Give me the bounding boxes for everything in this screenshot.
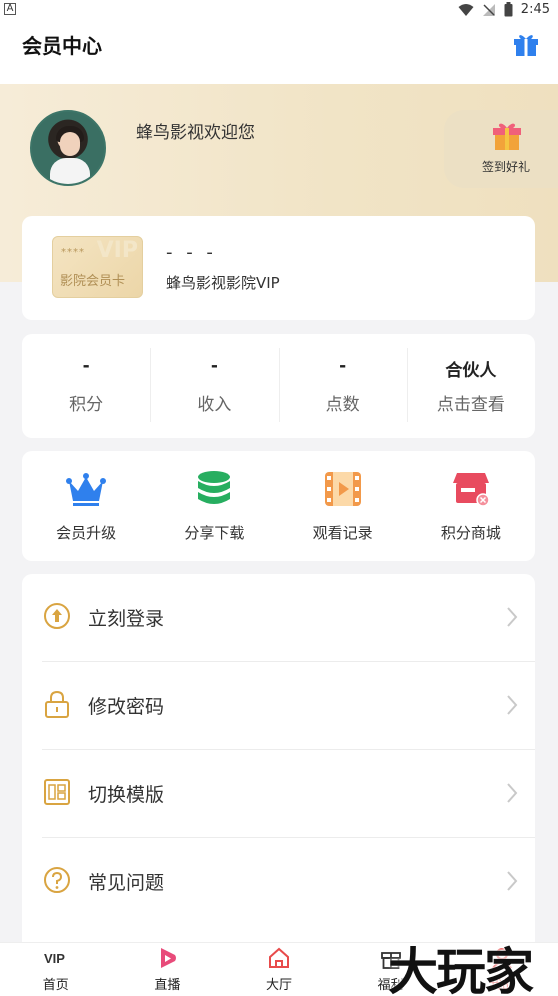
quick-action-mall[interactable]: 积分商城 (407, 451, 535, 561)
chevron-right-icon (507, 695, 518, 715)
menu-item-faq[interactable]: 常见问题 (22, 838, 535, 926)
stat-value: - (210, 356, 218, 376)
stat-label: 点击查看 (436, 395, 505, 415)
film-icon (324, 472, 361, 506)
wifi-icon (458, 3, 474, 16)
battery-icon (504, 2, 513, 17)
lock-icon (45, 690, 69, 718)
stat-credits[interactable]: - 点数 (278, 334, 407, 438)
badge-text: 影院会员卡 (60, 274, 126, 289)
tab-home[interactable]: VIP 首页 (0, 943, 112, 996)
signin-label: 签到好礼 (482, 160, 531, 174)
tab-live[interactable]: 直播 (112, 943, 224, 996)
app-header: 会员中心 (0, 22, 558, 84)
watermark: 大玩家 (388, 942, 534, 996)
menu-item-label: 修改密码 (88, 696, 165, 718)
vip-icon: VIP (44, 951, 65, 966)
chevron-right-icon (507, 607, 518, 627)
crown-icon (66, 473, 107, 506)
quick-action-history[interactable]: 观看记录 (279, 451, 407, 561)
quick-action-label: 积分商城 (440, 524, 501, 542)
page-title: 会员中心 (22, 34, 102, 58)
gift-icon[interactable] (512, 31, 540, 57)
tab-label: 大厅 (265, 978, 292, 993)
welcome-text: 蜂鸟影视欢迎您 (136, 123, 255, 143)
home-icon (268, 947, 289, 968)
avatar[interactable] (30, 110, 106, 186)
stat-label: 点数 (325, 395, 360, 415)
no-signal-icon (482, 3, 495, 16)
stat-value: - (82, 356, 90, 376)
badge-stars: **** (61, 247, 85, 258)
svg-text:VIP: VIP (44, 951, 65, 966)
quick-actions: 会员升级 分享下载 观看记录 积分商城 (22, 451, 535, 561)
login-icon (44, 603, 70, 629)
store-icon (452, 473, 490, 507)
menu-item-switch-template[interactable]: 切换模版 (22, 750, 535, 838)
status-bar: A 2:45 (0, 0, 558, 22)
menu-item-label: 切换模版 (88, 784, 165, 806)
stat-label: 收入 (197, 395, 232, 415)
notification-icon: A (4, 3, 16, 15)
quick-action-upgrade[interactable]: 会员升级 (22, 451, 150, 561)
quick-action-label: 观看记录 (312, 524, 373, 542)
template-icon (44, 779, 70, 805)
menu-item-login[interactable]: 立刻登录 (22, 574, 535, 662)
stat-value: - (339, 356, 347, 376)
chevron-right-icon (507, 871, 518, 891)
signin-gift-button[interactable]: 签到好礼 (444, 110, 558, 188)
menu-item-label: 立刻登录 (88, 608, 165, 630)
stat-points[interactable]: - 积分 (22, 334, 150, 438)
live-icon (161, 948, 177, 968)
stat-label: 积分 (69, 395, 104, 415)
tab-hall[interactable]: 大厅 (223, 943, 335, 996)
status-time: 2:45 (520, 2, 550, 17)
database-icon (198, 471, 231, 504)
vip-name: 蜂鸟影视影院VIP (166, 274, 280, 292)
vip-status: - - - (166, 242, 217, 263)
settings-menu: 立刻登录 修改密码 切换模版 常见问题 (22, 574, 535, 954)
stat-value: 合伙人 (445, 361, 497, 381)
quick-action-label: 分享下载 (184, 524, 245, 542)
chevron-right-icon (507, 783, 518, 803)
menu-item-change-password[interactable]: 修改密码 (22, 662, 535, 750)
quick-action-share[interactable]: 分享下载 (150, 451, 278, 561)
stat-income[interactable]: - 收入 (150, 334, 278, 438)
badge-vip: VIP (96, 238, 138, 263)
stat-partner[interactable]: 合伙人 点击查看 (406, 334, 535, 438)
gift-box-icon (493, 123, 521, 150)
stats-card: - 积分 - 收入 - 点数 合伙人 点击查看 (22, 334, 535, 438)
question-icon (44, 867, 70, 893)
vip-card[interactable]: **** VIP 影院会员卡 - - - 蜂鸟影视影院VIP (22, 216, 535, 320)
quick-action-label: 会员升级 (56, 524, 117, 542)
menu-item-label: 常见问题 (88, 872, 165, 894)
tab-label: 直播 (154, 978, 181, 993)
vip-badge: **** VIP 影院会员卡 (52, 236, 143, 298)
tab-label: 首页 (42, 978, 69, 993)
